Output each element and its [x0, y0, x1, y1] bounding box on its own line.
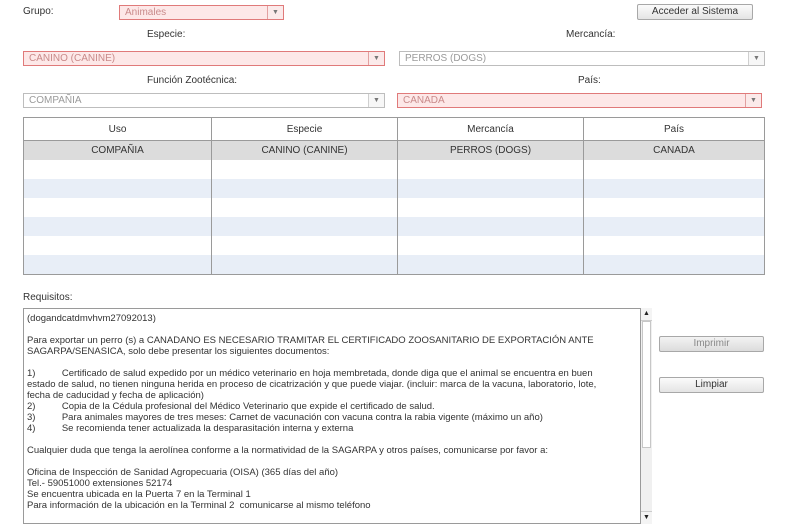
- empty-row: [23, 179, 765, 198]
- especie-value: CANINO (CANINE): [29, 53, 116, 64]
- pais-label: País:: [578, 75, 601, 86]
- mercancia-value: PERROS (DOGS): [405, 53, 487, 64]
- pais-value: CANADA: [403, 95, 445, 106]
- mercancia-select[interactable]: PERROS (DOGS) ▼: [399, 51, 765, 66]
- clear-button[interactable]: Limpiar: [659, 377, 764, 393]
- arrow-down-icon[interactable]: ▼: [641, 511, 652, 524]
- especie-label: Especie:: [147, 29, 186, 40]
- column-header-pais[interactable]: País: [583, 117, 765, 141]
- results-table: Uso Especie Mercancía País COMPAÑIA CANI…: [23, 117, 765, 275]
- column-header-mercancia[interactable]: Mercancía: [397, 117, 584, 141]
- funcion-label: Función Zootécnica:: [147, 75, 238, 86]
- cell-especie: CANINO (CANINE): [211, 140, 398, 160]
- empty-row: [23, 217, 765, 236]
- requisitos-textarea[interactable]: (dogandcatdmvhvm27092013) Para exportar …: [23, 308, 651, 524]
- column-header-especie[interactable]: Especie: [211, 117, 398, 141]
- empty-row: [23, 160, 765, 179]
- login-button[interactable]: Acceder al Sistema: [637, 4, 753, 20]
- print-button[interactable]: Imprimir: [659, 336, 764, 352]
- table-header: Uso Especie Mercancía País: [23, 117, 765, 141]
- grupo-select[interactable]: Animales ▼: [119, 5, 284, 20]
- mercancia-label: Mercancía:: [566, 29, 616, 40]
- cell-mercancia: PERROS (DOGS): [397, 140, 584, 160]
- chevron-down-icon[interactable]: ▼: [368, 52, 384, 65]
- empty-row: [23, 236, 765, 255]
- funcion-value: COMPAÑIA: [29, 95, 82, 106]
- empty-row: [23, 198, 765, 217]
- chevron-down-icon[interactable]: ▼: [368, 94, 384, 107]
- pais-select[interactable]: CANADA ▼: [397, 93, 762, 108]
- scrollbar-thumb[interactable]: [642, 321, 651, 448]
- especie-select[interactable]: CANINO (CANINE) ▼: [23, 51, 385, 66]
- requisitos-label: Requisitos:: [23, 292, 73, 303]
- empty-row: [23, 255, 765, 275]
- requisitos-scrollbar[interactable]: ▲ ▼: [640, 308, 652, 524]
- table-row[interactable]: COMPAÑIA CANINO (CANINE) PERROS (DOGS) C…: [23, 140, 765, 160]
- grupo-value: Animales: [125, 7, 167, 18]
- grupo-label: Grupo:: [23, 6, 54, 17]
- column-header-uso[interactable]: Uso: [23, 117, 212, 141]
- chevron-down-icon[interactable]: ▼: [745, 94, 761, 107]
- funcion-select[interactable]: COMPAÑIA ▼: [23, 93, 385, 108]
- chevron-down-icon[interactable]: ▼: [267, 6, 283, 19]
- cell-pais: CANADA: [583, 140, 765, 160]
- cell-uso: COMPAÑIA: [23, 140, 212, 160]
- requisitos-text: (dogandcatdmvhvm27092013) Para exportar …: [27, 313, 597, 511]
- chevron-down-icon[interactable]: ▼: [748, 52, 764, 65]
- arrow-up-icon[interactable]: ▲: [641, 308, 652, 321]
